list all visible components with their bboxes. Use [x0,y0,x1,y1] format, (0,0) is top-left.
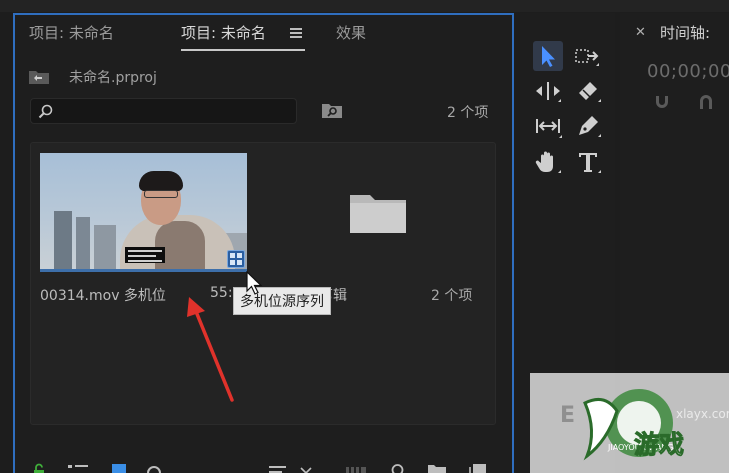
slip-icon [536,119,562,138]
ripple-edit-tool[interactable] [533,76,563,106]
close-icon[interactable]: ✕ [635,25,646,40]
project-file-icon [29,71,49,84]
type-tool[interactable] [573,147,603,177]
find-icon[interactable] [387,463,405,473]
slip-tool[interactable] [533,111,563,141]
list-view-icon[interactable] [67,463,89,473]
lock-icon[interactable] [31,463,47,473]
watermark-faint-text: E [560,403,576,428]
icon-view-icon[interactable] [111,463,127,473]
clip-thumbnail[interactable] [40,153,247,269]
item-count: 2 个项 [447,105,489,121]
panel-menu-icon[interactable] [290,28,302,38]
project-panel: 项目: 未命名 项目: 未命名 效果 未命名.prproj 2 个项 00314… [13,13,514,473]
automate-to-sequence-icon [346,467,366,473]
project-file-name: 未命名.prproj [69,70,157,86]
timecode-display[interactable]: 00;00;00 [647,61,729,82]
zoom-slider-handle[interactable] [147,466,161,473]
new-item-icon[interactable] [469,463,487,473]
tab-project-1[interactable]: 项目: 未命名 [29,22,114,43]
pen-icon [579,116,601,137]
tab-project-2[interactable]: 项目: 未命名 [181,22,266,43]
search-icon [38,104,53,119]
watermark: E xlayx.com JIAOYOUXIWANG 游戏 [530,373,729,473]
search-input[interactable] [30,98,297,124]
bin-folder-icon[interactable] [348,189,408,235]
top-strip [0,0,729,12]
timeline-title[interactable]: 时间轴: [660,22,710,43]
multicam-badge-icon [227,250,245,268]
selection-tool[interactable] [533,41,563,71]
tab-effects[interactable]: 效果 [336,22,366,43]
hand-icon [535,151,561,173]
sort-icon[interactable] [268,463,288,473]
mouse-cursor-icon [246,271,263,295]
arrow-cursor-icon [542,46,555,67]
watermark-brand: 游戏 [633,430,685,460]
clip-usage-bar [40,269,247,272]
ripple-edit-icon [536,82,561,102]
razor-icon [579,82,601,102]
bin-item-count: 2 个项 [431,288,473,304]
type-icon [579,153,601,173]
track-select-tool[interactable] [573,41,603,71]
snap-icon[interactable] [652,93,672,111]
chevron-down-icon[interactable] [299,463,313,473]
watermark-url: xlayx.com [676,407,729,421]
linked-selection-icon[interactable] [696,93,716,111]
panel-tab-bar: 项目: 未命名 项目: 未命名 效果 [15,15,512,55]
clip-name[interactable]: 00314.mov 多机位 [40,285,166,305]
active-tab-underline [181,49,305,51]
pen-tool[interactable] [573,111,603,141]
razor-tool[interactable] [573,76,603,106]
new-bin-icon[interactable] [427,463,447,473]
track-select-forward-icon [575,49,599,66]
new-search-bin-icon[interactable] [321,101,343,119]
hand-tool[interactable] [533,147,563,177]
